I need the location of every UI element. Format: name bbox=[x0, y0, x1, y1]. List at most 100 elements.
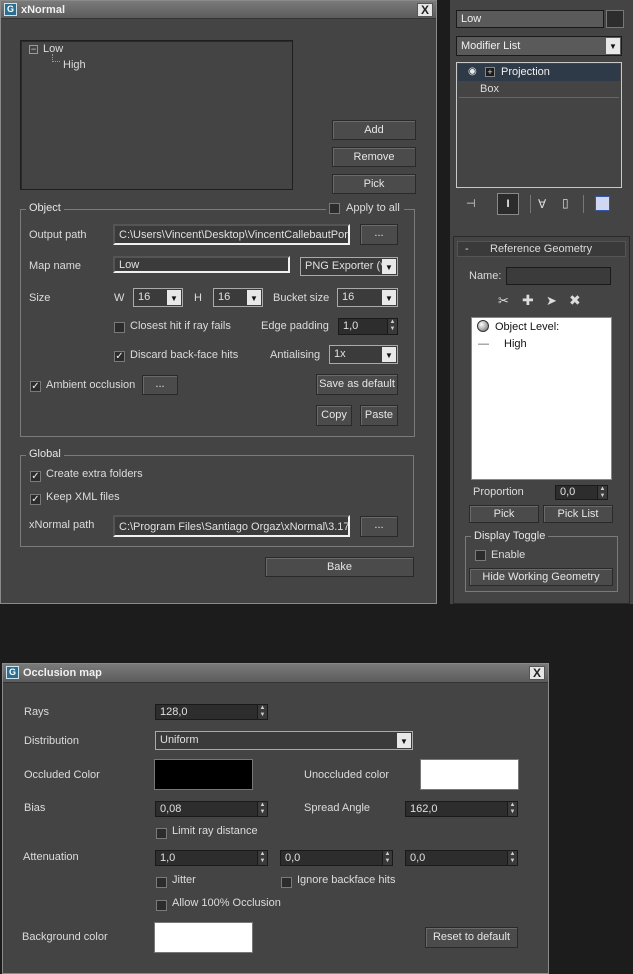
spinner-arrows-icon[interactable]: ▲ ▼ bbox=[597, 486, 607, 499]
closest-hit-checkbox[interactable] bbox=[114, 322, 125, 333]
xnormal-path-input[interactable]: C:\Program Files\Santiago Orgaz\xNormal\… bbox=[113, 515, 350, 537]
height-value: 16 bbox=[218, 291, 231, 303]
object-name-input[interactable]: Low bbox=[456, 10, 604, 28]
width-dropdown[interactable]: 16 ▼ bbox=[133, 288, 183, 307]
spread-angle-spinner[interactable]: 162,0 ▲ ▼ bbox=[405, 801, 518, 817]
apply-all-checkbox[interactable] bbox=[329, 203, 340, 214]
spread-angle-label: Spread Angle bbox=[304, 802, 371, 814]
create-folders-label: Create extra folders bbox=[46, 468, 143, 480]
discard-backface-checkbox[interactable]: ✓ bbox=[114, 351, 125, 362]
reference-list[interactable]: Object Level: — High bbox=[471, 317, 612, 480]
hide-working-geometry-button[interactable]: Hide Working Geometry bbox=[469, 568, 613, 586]
close-icon[interactable]: X bbox=[529, 666, 545, 680]
lightbulb-icon[interactable]: ◉ bbox=[468, 66, 477, 77]
add-icon[interactable]: ✚ bbox=[522, 292, 534, 309]
stack-item-box[interactable]: Box bbox=[480, 83, 499, 95]
attenuation-3-spinner[interactable]: 0,0 ▲ ▼ bbox=[405, 850, 518, 866]
close-icon[interactable]: X bbox=[417, 3, 433, 17]
allow-100-label: Allow 100% Occlusion bbox=[172, 897, 281, 909]
ambient-occlusion-checkbox[interactable]: ✓ bbox=[30, 381, 41, 392]
configure-sets-icon[interactable] bbox=[595, 196, 610, 211]
occluded-color-swatch[interactable] bbox=[154, 759, 253, 790]
modifier-list-dropdown[interactable]: Modifier List ▼ bbox=[456, 36, 622, 56]
keep-xml-checkbox[interactable]: ✓ bbox=[30, 494, 41, 505]
antialias-dropdown[interactable]: 1x ▼ bbox=[329, 345, 398, 364]
modifier-stack[interactable]: ◉ + Projection Box bbox=[456, 62, 622, 188]
exporter-value: PNG Exporter (* bbox=[305, 260, 385, 272]
height-dropdown[interactable]: 16 ▼ bbox=[213, 288, 263, 307]
display-toggle-title: Display Toggle bbox=[471, 530, 549, 542]
proportion-label: Proportion bbox=[473, 486, 524, 498]
pick-ref-button[interactable]: Pick bbox=[469, 505, 539, 523]
delete-icon[interactable]: ✖ bbox=[569, 292, 581, 309]
edge-padding-spinner[interactable]: 1,0 ▲ ▼ bbox=[338, 318, 398, 335]
apply-all-label: Apply to all bbox=[346, 202, 400, 214]
expand-plus-icon[interactable]: + bbox=[485, 67, 495, 77]
xnormal-path-browse-button[interactable]: ... bbox=[360, 516, 398, 537]
rays-spinner[interactable]: 128,0 ▲ ▼ bbox=[155, 704, 268, 720]
output-path-input[interactable]: C:\Users\Vincent\Desktop\VincentCallebau… bbox=[113, 224, 350, 245]
bucket-size-dropdown[interactable]: 16 ▼ bbox=[337, 288, 398, 307]
show-end-result-icon[interactable]: I bbox=[497, 193, 519, 215]
xnormal-titlebar[interactable]: G xNormal X bbox=[1, 1, 436, 19]
distribution-label: Distribution bbox=[24, 735, 80, 747]
remove-button[interactable]: Remove bbox=[332, 147, 416, 167]
spinner-arrows-icon[interactable]: ▲ ▼ bbox=[382, 851, 392, 865]
make-unique-icon[interactable]: ∀ bbox=[538, 197, 546, 211]
tree-item-high[interactable]: High bbox=[63, 59, 86, 71]
ao-options-button[interactable]: ... bbox=[142, 375, 178, 395]
allow-100-checkbox[interactable] bbox=[156, 900, 167, 911]
mesh-tree[interactable]: − Low High bbox=[20, 40, 293, 190]
create-folders-checkbox[interactable]: ✓ bbox=[30, 471, 41, 482]
output-path-browse-button[interactable]: ... bbox=[360, 224, 398, 245]
occlusion-titlebar[interactable]: G Occlusion map X bbox=[3, 664, 548, 683]
jitter-checkbox[interactable] bbox=[156, 877, 167, 888]
pin-stack-icon[interactable]: ⊣ bbox=[466, 197, 476, 210]
add-button[interactable]: Add bbox=[332, 120, 416, 140]
spinner-arrows-icon[interactable]: ▲ ▼ bbox=[257, 802, 267, 816]
stack-divider bbox=[459, 97, 619, 98]
spinner-arrows-icon[interactable]: ▲ ▼ bbox=[387, 319, 397, 334]
rays-value: 128,0 bbox=[160, 706, 188, 718]
exporter-dropdown[interactable]: PNG Exporter (* ▼ bbox=[300, 257, 398, 276]
object-level-icon bbox=[477, 320, 489, 332]
bucket-size-value: 16 bbox=[342, 291, 355, 303]
rollout-toggle-icon[interactable]: - bbox=[465, 243, 469, 255]
chevron-down-icon: ▼ bbox=[382, 290, 396, 305]
ignore-backface-checkbox[interactable] bbox=[281, 877, 292, 888]
attenuation-2-spinner[interactable]: 0,0 ▲ ▼ bbox=[280, 850, 393, 866]
proportion-value: 0,0 bbox=[560, 486, 576, 498]
enable-checkbox[interactable] bbox=[475, 550, 486, 561]
collapse-icon[interactable]: − bbox=[29, 45, 38, 54]
limit-ray-checkbox[interactable] bbox=[156, 828, 167, 839]
unoccluded-color-swatch[interactable] bbox=[420, 759, 519, 790]
pick-list-button[interactable]: Pick List bbox=[543, 505, 613, 523]
spinner-arrows-icon[interactable]: ▲ ▼ bbox=[257, 705, 267, 719]
pick-tool-icon[interactable]: ✂ bbox=[498, 293, 509, 309]
spinner-arrows-icon[interactable]: ▲ ▼ bbox=[507, 851, 517, 865]
attenuation-3-value: 0,0 bbox=[410, 852, 426, 864]
chevron-down-icon: ▼ bbox=[382, 347, 396, 362]
object-color-swatch[interactable] bbox=[606, 10, 624, 28]
name-input[interactable] bbox=[506, 267, 611, 285]
bake-button[interactable]: Bake bbox=[265, 557, 414, 577]
bias-spinner[interactable]: 0,08 ▲ ▼ bbox=[155, 801, 268, 817]
cursor-icon[interactable]: ➤ bbox=[546, 293, 557, 309]
reset-default-button[interactable]: Reset to default bbox=[425, 927, 518, 948]
distribution-dropdown[interactable]: Uniform ▼ bbox=[155, 731, 413, 750]
pick-button[interactable]: Pick bbox=[332, 174, 416, 194]
reference-item-high[interactable]: High bbox=[504, 338, 527, 350]
proportion-spinner[interactable]: 0,0 ▲ ▼ bbox=[555, 485, 608, 500]
paste-button[interactable]: Paste bbox=[360, 405, 398, 426]
rollout-header[interactable]: - Reference Geometry bbox=[457, 241, 626, 257]
remove-modifier-icon[interactable]: ▯ bbox=[562, 196, 569, 210]
global-group-title: Global bbox=[26, 448, 64, 460]
spinner-arrows-icon[interactable]: ▲ ▼ bbox=[257, 851, 267, 865]
stack-item-projection[interactable]: ◉ + Projection bbox=[458, 64, 620, 81]
spinner-arrows-icon[interactable]: ▲ ▼ bbox=[507, 802, 517, 816]
save-default-button[interactable]: Save as default bbox=[316, 374, 398, 395]
attenuation-1-spinner[interactable]: 1,0 ▲ ▼ bbox=[155, 850, 268, 866]
map-name-input[interactable]: Low bbox=[113, 256, 290, 273]
background-color-swatch[interactable] bbox=[154, 922, 253, 953]
copy-button[interactable]: Copy bbox=[316, 405, 352, 426]
